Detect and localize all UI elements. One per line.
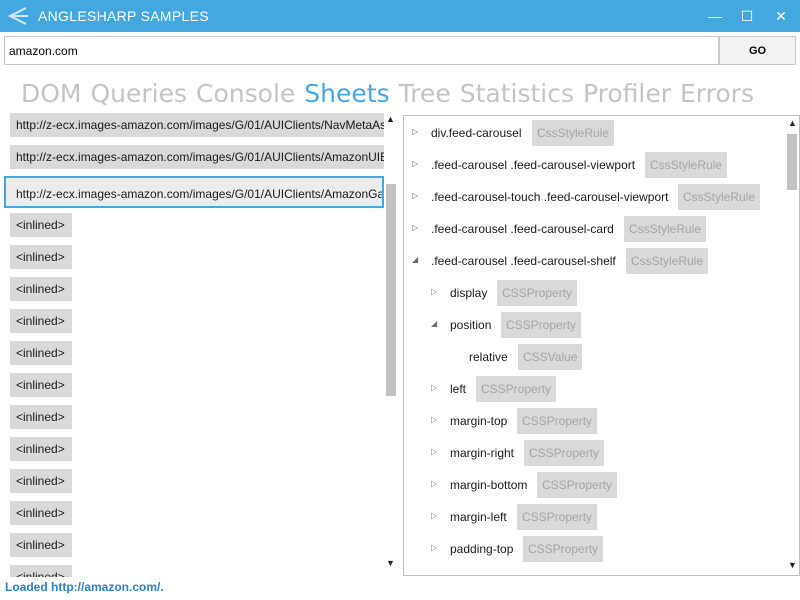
rule-tree-scrollbar[interactable]: ▲ ▼ bbox=[784, 116, 799, 575]
stylesheet-inlined-item[interactable]: <inlined> bbox=[10, 309, 72, 333]
expand-arrow-icon[interactable]: ▷ bbox=[412, 158, 422, 170]
tab-dom[interactable]: DOM bbox=[21, 76, 82, 112]
rule-tree-scroll-thumb[interactable] bbox=[787, 134, 797, 190]
expand-arrow-icon[interactable]: ▷ bbox=[431, 478, 441, 490]
tree-node-name: .feed-carousel-touch .feed-carousel-view… bbox=[431, 190, 669, 204]
stylesheet-inlined-item[interactable]: <inlined> bbox=[10, 245, 72, 269]
tree-node-name: padding-top bbox=[450, 542, 514, 556]
tree-node-type-badge: CssStyleRule bbox=[532, 120, 615, 146]
maximize-icon[interactable]: ☐ bbox=[736, 6, 758, 26]
stylesheet-list-scroll-thumb[interactable] bbox=[386, 184, 396, 396]
stylesheet-inlined-item[interactable]: <inlined> bbox=[10, 277, 72, 301]
tree-node-type-badge: CssStyleRule bbox=[645, 152, 728, 178]
tree-node-name: margin-top bbox=[450, 414, 508, 428]
tree-node-name: .feed-carousel .feed-carousel-card bbox=[431, 222, 614, 236]
tree-node-type-badge: CssStyleRule bbox=[678, 184, 761, 210]
stylesheet-inlined-item[interactable]: <inlined> bbox=[10, 373, 72, 397]
stylesheet-url-item[interactable]: http://z-ecx.images-amazon.com/images/G/… bbox=[4, 176, 384, 208]
expand-arrow-icon[interactable]: ▷ bbox=[431, 286, 441, 298]
stylesheet-inlined-item[interactable]: <inlined> bbox=[10, 565, 72, 577]
go-button[interactable]: GO bbox=[719, 36, 796, 65]
anglesharp-logo-icon bbox=[7, 7, 28, 25]
tree-node-name: display bbox=[450, 286, 488, 300]
tree-node-name: .feed-carousel .feed-carousel-viewport bbox=[431, 158, 636, 172]
tree-node-name: .feed-carousel .feed-carousel-shelf bbox=[431, 254, 616, 268]
tab-profiler[interactable]: Profiler bbox=[583, 76, 671, 112]
tree-node-name: margin-left bbox=[450, 510, 507, 524]
tab-errors[interactable]: Errors bbox=[680, 76, 754, 112]
tree-node-type-badge: CSSProperty bbox=[476, 376, 557, 402]
tree-node-name: left bbox=[450, 382, 467, 396]
collapse-arrow-icon[interactable]: ◢ bbox=[412, 254, 422, 266]
tree-node-type-badge: CSSProperty bbox=[537, 472, 618, 498]
expand-arrow-icon[interactable]: ▷ bbox=[431, 382, 441, 394]
tree-node-name: relative bbox=[469, 350, 508, 364]
tab-console[interactable]: Console bbox=[196, 76, 295, 112]
close-icon[interactable]: ✕ bbox=[770, 6, 792, 26]
expand-arrow-icon[interactable]: ▷ bbox=[431, 542, 441, 554]
title-bar[interactable]: ANGLESHARP SAMPLES — ☐ ✕ bbox=[0, 0, 800, 32]
scroll-up-icon[interactable]: ▲ bbox=[788, 118, 797, 128]
tree-node-name: div.feed-carousel bbox=[431, 126, 522, 140]
stylesheet-inlined-item[interactable]: <inlined> bbox=[10, 341, 72, 365]
tree-node-type-badge: CssStyleRule bbox=[624, 216, 707, 242]
expand-arrow-icon[interactable]: ▷ bbox=[412, 126, 422, 138]
tree-node-type-badge: CSSValue bbox=[518, 344, 583, 370]
tree-node-name: position bbox=[450, 318, 492, 332]
stylesheet-url-item[interactable]: http://z-ecx.images-amazon.com/images/G/… bbox=[10, 113, 384, 137]
tab-sheets[interactable]: Sheets bbox=[304, 76, 389, 112]
expand-arrow-icon[interactable]: ▷ bbox=[412, 190, 422, 202]
stylesheet-list-scrollbar[interactable]: ▲ ▼ bbox=[384, 112, 398, 577]
stylesheet-inlined-item[interactable]: <inlined> bbox=[10, 437, 72, 461]
tree-node-type-badge: CSSProperty bbox=[517, 504, 598, 530]
scroll-up-icon[interactable]: ▲ bbox=[386, 114, 395, 124]
tree-node-name: margin-bottom bbox=[450, 478, 528, 492]
expand-arrow-icon[interactable]: ▷ bbox=[431, 446, 441, 458]
collapse-arrow-icon[interactable]: ◢ bbox=[431, 318, 441, 330]
stylesheet-inlined-item[interactable]: <inlined> bbox=[10, 405, 72, 429]
minimize-icon[interactable]: — bbox=[704, 6, 726, 26]
stylesheet-inlined-item[interactable]: <inlined> bbox=[10, 213, 72, 237]
url-input[interactable] bbox=[4, 36, 719, 65]
tab-tree[interactable]: Tree bbox=[399, 76, 451, 112]
expand-arrow-icon[interactable]: ▷ bbox=[412, 222, 422, 234]
status-text: Loaded http://amazon.com/. bbox=[5, 580, 164, 594]
tree-node-type-badge: CSSProperty bbox=[523, 536, 604, 562]
window-title: ANGLESHARP SAMPLES bbox=[38, 8, 209, 24]
rule-tree: ▷ padding-top CSSProperty ▷ margin-left CSSPr… bbox=[403, 115, 800, 576]
expand-arrow-icon[interactable]: ▷ bbox=[431, 414, 441, 426]
tab-queries[interactable]: Queries bbox=[91, 76, 188, 112]
tab-strip: DOM Queries Console Sheets Tree Statistics Pro… bbox=[21, 76, 763, 112]
scroll-down-icon[interactable]: ▼ bbox=[386, 558, 395, 568]
tree-node-type-badge: CSSProperty bbox=[497, 280, 578, 306]
tree-node-type-badge: CSSProperty bbox=[524, 440, 605, 466]
tab-statistics[interactable]: Statistics bbox=[460, 76, 574, 112]
scroll-down-icon[interactable]: ▼ bbox=[788, 560, 797, 570]
expand-arrow-icon[interactable]: ▷ bbox=[431, 510, 441, 522]
stylesheet-inlined-item[interactable]: <inlined> bbox=[10, 533, 72, 557]
tree-node-type-badge: CssStyleRule bbox=[626, 248, 709, 274]
stylesheet-inlined-item[interactable]: <inlined> bbox=[10, 469, 72, 493]
tree-node-type-badge: CSSProperty bbox=[517, 408, 598, 434]
tree-node-name: margin-right bbox=[450, 446, 515, 460]
stylesheet-url-item[interactable]: http://z-ecx.images-amazon.com/images/G/… bbox=[10, 145, 384, 169]
stylesheet-list: <inlined> <inlined> <inlined> <inlined> <inl… bbox=[4, 112, 398, 577]
tree-node-type-badge: CSSProperty bbox=[501, 312, 582, 338]
stylesheet-inlined-item[interactable]: <inlined> bbox=[10, 501, 72, 525]
